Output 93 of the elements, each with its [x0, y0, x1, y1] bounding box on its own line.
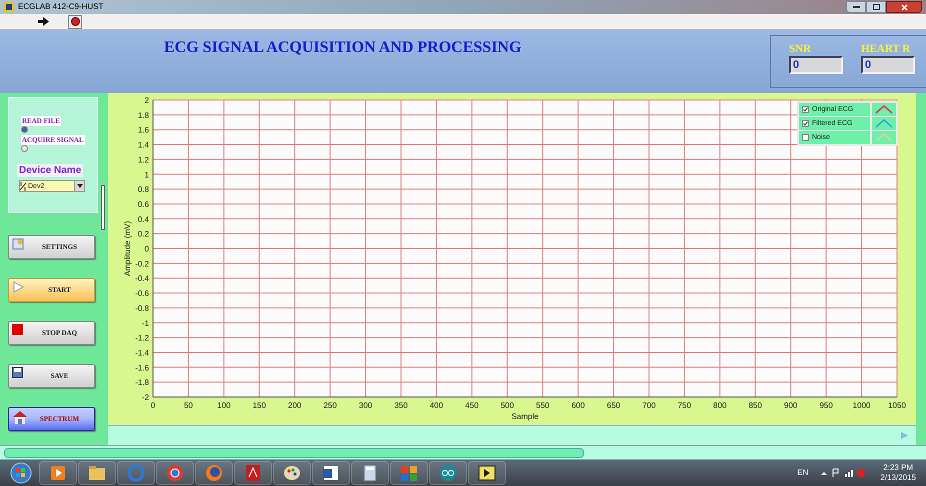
stop-icon — [12, 324, 23, 335]
x-tick-label: 850 — [748, 401, 762, 410]
check-icon — [803, 121, 808, 126]
x-tick-label: 50 — [184, 401, 193, 410]
x-tick-label: 0 — [150, 401, 156, 410]
y-tick-label: -0.4 — [135, 274, 149, 284]
language-indicator[interactable]: EN — [797, 467, 808, 479]
x-tick-label: 150 — [252, 401, 266, 410]
y-tick-label: 1.8 — [138, 110, 149, 120]
house-icon — [12, 410, 28, 424]
settings-icon — [12, 238, 24, 250]
clock-time[interactable]: 2:23 PM — [883, 463, 914, 473]
y-tick-label: -0.2 — [135, 259, 149, 268]
y-tick-label: 1.2 — [138, 155, 149, 164]
scrollbar-thumb[interactable] — [4, 448, 584, 458]
x-tick-label: 200 — [288, 401, 302, 410]
y-tick-label: -0.8 — [135, 304, 149, 313]
y-tick-label: -1.8 — [135, 378, 149, 388]
minimize-button[interactable] — [846, 1, 866, 13]
tiles-icon[interactable] — [390, 461, 428, 485]
tray-icons[interactable] — [821, 468, 866, 478]
checkbox[interactable] — [802, 134, 809, 141]
y-tick-label: 1.4 — [138, 140, 149, 150]
check-icon — [803, 107, 808, 112]
radio-button[interactable] — [21, 145, 28, 152]
x-tick-label: 350 — [394, 401, 408, 410]
close-button[interactable] — [886, 1, 922, 13]
floppy-icon — [12, 367, 23, 378]
x-tick-label: 1050 — [888, 401, 906, 410]
y-axis-label: Amplitude (mV) — [123, 220, 132, 276]
y-tick-label: 0 — [144, 244, 149, 254]
palette-icon[interactable] — [273, 461, 311, 485]
minimize-icon — [852, 6, 860, 8]
x-tick-label: 1000 — [852, 401, 870, 410]
close-icon — [900, 4, 908, 10]
x-tick-label: 600 — [571, 401, 585, 410]
y-tick-label: -0.6 — [135, 289, 149, 298]
y-tick-label: 2 — [144, 96, 149, 105]
y-tick-label: 1 — [144, 170, 149, 180]
device-label: Device Name — [17, 164, 84, 177]
x-tick-label: 300 — [358, 401, 372, 410]
io-icon — [20, 182, 26, 190]
checkbox[interactable] — [802, 120, 809, 127]
x-axis-label: Sample — [511, 412, 539, 421]
y-tick-label: 1.6 — [138, 126, 149, 135]
caret-icon — [76, 184, 82, 188]
stop-circle-icon — [70, 17, 80, 26]
y-tick-label: -1.6 — [135, 363, 149, 372]
infinity-icon[interactable] — [429, 461, 467, 485]
play-icon — [12, 281, 24, 293]
x-tick-label: 800 — [713, 401, 727, 410]
x-tick-label: 500 — [500, 401, 514, 410]
app-icon — [4, 2, 14, 12]
arrow-icon — [38, 17, 48, 26]
indicator-value: 0 — [861, 56, 915, 74]
x-tick-label: 750 — [678, 401, 692, 410]
abort-button[interactable] — [68, 14, 82, 28]
play-icon — [901, 432, 908, 439]
y-tick-label: 0.2 — [138, 230, 149, 239]
x-tick-label: 450 — [465, 401, 479, 410]
y-tick-label: -2 — [142, 393, 149, 402]
y-tick-label: -1.2 — [135, 334, 149, 343]
folder-icon[interactable] — [78, 461, 116, 485]
x-tick-label: 100 — [217, 401, 231, 410]
calculator-icon[interactable] — [351, 461, 389, 485]
indicator-label: HEART R — [861, 42, 912, 56]
indicator-label: SNR — [789, 42, 812, 56]
y-tick-label: 0.4 — [138, 214, 149, 224]
maximize-icon — [872, 4, 880, 10]
checkbox[interactable] — [802, 106, 809, 113]
x-tick-label: 550 — [536, 401, 550, 410]
clock-date[interactable]: 2/13/2015 — [880, 473, 916, 483]
y-tick-label: 0.6 — [138, 200, 149, 209]
start-orb-icon — [10, 462, 32, 484]
x-tick-label: 950 — [819, 401, 833, 410]
window-title: ECGLAB 412-C9-HUST — [18, 3, 104, 11]
media-player-icon[interactable] — [39, 461, 77, 485]
x-tick-label: 400 — [430, 401, 444, 410]
x-tick-label: 250 — [323, 401, 337, 410]
radio-button[interactable] — [21, 126, 28, 133]
scrollbar-thumb[interactable] — [101, 185, 105, 230]
document-icon[interactable] — [312, 461, 350, 485]
x-tick-label: 700 — [642, 401, 656, 410]
window-play-icon[interactable] — [468, 461, 506, 485]
x-tick-label: 900 — [784, 401, 798, 410]
maximize-button[interactable] — [866, 1, 886, 13]
app-title: ECG SIGNAL ACQUISITION AND PROCESSING — [164, 38, 522, 58]
y-tick-label: 0.8 — [138, 185, 149, 194]
indicator-value: 0 — [789, 56, 843, 74]
y-tick-label: -1 — [142, 318, 149, 328]
y-tick-label: -1.4 — [135, 348, 149, 358]
x-tick-label: 650 — [606, 401, 620, 410]
run-button[interactable] — [36, 15, 50, 28]
